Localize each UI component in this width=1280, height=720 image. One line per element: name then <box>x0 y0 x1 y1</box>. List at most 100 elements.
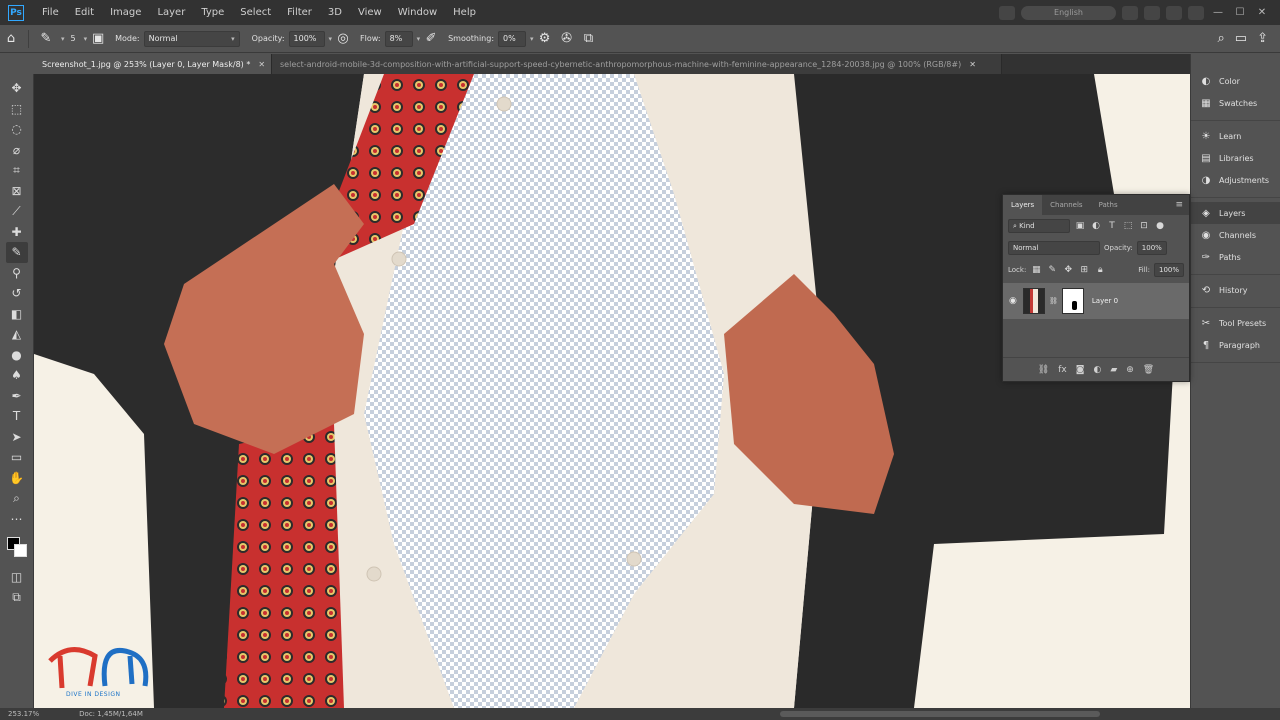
smoothing-input[interactable]: 0% <box>498 30 527 47</box>
eyedropper-tool-icon[interactable]: ⟋ <box>6 201 28 222</box>
paint-bucket-tool-icon[interactable]: ◭ <box>6 324 28 345</box>
tab-screenshot[interactable]: Screenshot_1.jpg @ 253% (Layer 0, Layer … <box>34 54 272 74</box>
taskbar-icon[interactable] <box>999 5 1015 20</box>
dock-paths[interactable]: ✑ Paths <box>1191 246 1280 268</box>
filter-toggle-icon[interactable]: ● <box>1154 221 1166 231</box>
blur-tool-icon[interactable]: ● <box>6 345 28 366</box>
close-icon[interactable]: ✕ <box>969 60 976 69</box>
dock-swatches[interactable]: ▦ Swatches <box>1191 92 1280 114</box>
marquee-tool-icon[interactable]: ⬚ <box>6 99 28 120</box>
airbrush-icon[interactable]: ✐ <box>420 31 442 46</box>
photoshop-logo-icon[interactable]: Ps <box>8 4 24 21</box>
lock-all-icon[interactable]: 🔒︎ <box>1094 265 1106 275</box>
new-layer-icon[interactable]: ⊕ <box>1126 365 1134 375</box>
menu-image[interactable]: Image <box>102 7 149 18</box>
tab-android-mobile[interactable]: select-android-mobile-3d-composition-wit… <box>272 54 1002 74</box>
background-color[interactable] <box>13 544 27 557</box>
workspace-icon[interactable]: ▭ <box>1235 31 1247 46</box>
hand-tool-icon[interactable]: ✋ <box>6 468 28 489</box>
document-canvas[interactable]: DIVE IN DESIGN <box>34 74 1190 708</box>
close-icon[interactable]: ✕ <box>1254 7 1270 18</box>
pressure-opacity-icon[interactable]: ◎ <box>332 31 354 46</box>
taskbar-icon[interactable] <box>1166 5 1182 20</box>
menu-help[interactable]: Help <box>445 7 484 18</box>
filter-kind-select[interactable]: ⌕ Kind <box>1008 219 1070 233</box>
taskbar-icon[interactable] <box>1188 5 1204 20</box>
mode-select[interactable]: Normal ▾ <box>143 30 240 47</box>
share-icon[interactable]: ⇪ <box>1257 31 1268 46</box>
dock-tool-presets[interactable]: ✂ Tool Presets <box>1191 312 1280 334</box>
pressure-size-icon[interactable]: ✇ <box>556 31 578 46</box>
screen-mode-icon[interactable]: ⧉ <box>6 588 28 609</box>
dock-libraries[interactable]: ▤ Libraries <box>1191 147 1280 169</box>
lock-transparent-icon[interactable]: ▦ <box>1030 265 1042 275</box>
history-brush-tool-icon[interactable]: ↺ <box>6 283 28 304</box>
menu-window[interactable]: Window <box>390 7 445 18</box>
type-tool-icon[interactable]: T <box>6 406 28 427</box>
menu-3d[interactable]: 3D <box>320 7 350 18</box>
dock-channels[interactable]: ◉ Channels <box>1191 224 1280 246</box>
tab-channels[interactable]: Channels <box>1042 195 1090 215</box>
symmetry-icon[interactable]: ⧉ <box>578 31 600 46</box>
filter-adjustment-icon[interactable]: ◐ <box>1090 221 1102 231</box>
brush-size[interactable]: 5 <box>71 34 76 43</box>
eye-icon[interactable]: ◉ <box>1009 296 1023 306</box>
color-swatches[interactable] <box>5 535 29 559</box>
maximize-icon[interactable]: ☐ <box>1232 7 1248 18</box>
link-layers-icon[interactable]: ⛓ <box>1038 365 1049 375</box>
dock-layers[interactable]: ◈ Layers <box>1191 202 1280 224</box>
more-tools-icon[interactable]: ⋯ <box>6 509 28 530</box>
close-icon[interactable]: ✕ <box>258 60 265 69</box>
lasso-tool-icon[interactable]: ◌ <box>6 119 28 140</box>
filter-shape-icon[interactable]: ⬚ <box>1122 221 1134 231</box>
rectangle-tool-icon[interactable]: ▭ <box>6 447 28 468</box>
lock-artboard-icon[interactable]: ⊞ <box>1078 265 1090 275</box>
zoom-level[interactable]: 253.17% <box>0 710 39 718</box>
fx-icon[interactable]: fx <box>1058 365 1067 375</box>
quick-select-tool-icon[interactable]: ⌀ <box>6 140 28 161</box>
chevron-down-icon[interactable]: ▾ <box>61 35 65 43</box>
menu-view[interactable]: View <box>350 7 390 18</box>
menu-type[interactable]: Type <box>193 7 232 18</box>
tab-layers[interactable]: Layers <box>1003 195 1043 215</box>
layer-row[interactable]: ◉ ⛓ Layer 0 <box>1003 283 1189 319</box>
menu-file[interactable]: File <box>34 7 67 18</box>
brush-settings-icon[interactable]: ▣ <box>87 31 109 46</box>
tab-paths[interactable]: Paths <box>1091 195 1126 215</box>
lock-image-icon[interactable]: ✎ <box>1046 265 1058 275</box>
home-icon[interactable]: ⌂ <box>0 31 22 46</box>
dodge-tool-icon[interactable]: ♠ <box>6 365 28 386</box>
trash-icon[interactable]: 🗑︎ <box>1143 365 1154 375</box>
dock-learn[interactable]: ☀ Learn <box>1191 125 1280 147</box>
layer-thumbnail[interactable] <box>1023 288 1045 314</box>
quick-mask-icon[interactable]: ◫ <box>6 567 28 588</box>
brush-tool-icon[interactable]: ✎ <box>5 242 28 263</box>
layer-mask-thumbnail[interactable] <box>1061 288 1084 314</box>
panel-menu-icon[interactable]: ≡ <box>1175 200 1189 210</box>
path-select-tool-icon[interactable]: ➤ <box>6 427 28 448</box>
gear-icon[interactable]: ⚙ <box>534 31 556 46</box>
lock-position-icon[interactable]: ✥ <box>1062 265 1074 275</box>
dock-adjustments[interactable]: ◑ Adjustments <box>1191 169 1280 191</box>
frame-tool-icon[interactable]: ⊠ <box>6 181 28 202</box>
menu-edit[interactable]: Edit <box>67 7 102 18</box>
opacity-input[interactable]: 100% <box>288 30 325 47</box>
link-icon[interactable]: ⛓ <box>1049 297 1058 305</box>
filter-type-icon[interactable]: T <box>1106 221 1118 231</box>
healing-brush-tool-icon[interactable]: ✚ <box>6 222 28 243</box>
filter-smart-icon[interactable]: ⊡ <box>1138 221 1150 231</box>
menu-layer[interactable]: Layer <box>149 7 193 18</box>
flow-input[interactable]: 8% <box>384 30 413 47</box>
taskbar-icon[interactable] <box>1144 5 1160 20</box>
taskbar-icon[interactable] <box>1122 5 1138 20</box>
filter-pixel-icon[interactable]: ▣ <box>1074 221 1086 231</box>
language-pill[interactable]: English <box>1021 5 1116 20</box>
group-folder-icon[interactable]: ▰ <box>1110 365 1117 375</box>
adjustment-layer-icon[interactable]: ◐ <box>1093 365 1101 375</box>
horizontal-scrollbar[interactable] <box>780 711 1100 717</box>
add-mask-icon[interactable]: ◙ <box>1076 365 1085 375</box>
layer-opacity-input[interactable]: 100% <box>1136 241 1167 255</box>
dock-color[interactable]: ◐ Color <box>1191 70 1280 92</box>
menu-select[interactable]: Select <box>232 7 279 18</box>
clone-stamp-tool-icon[interactable]: ⚲ <box>6 263 28 284</box>
